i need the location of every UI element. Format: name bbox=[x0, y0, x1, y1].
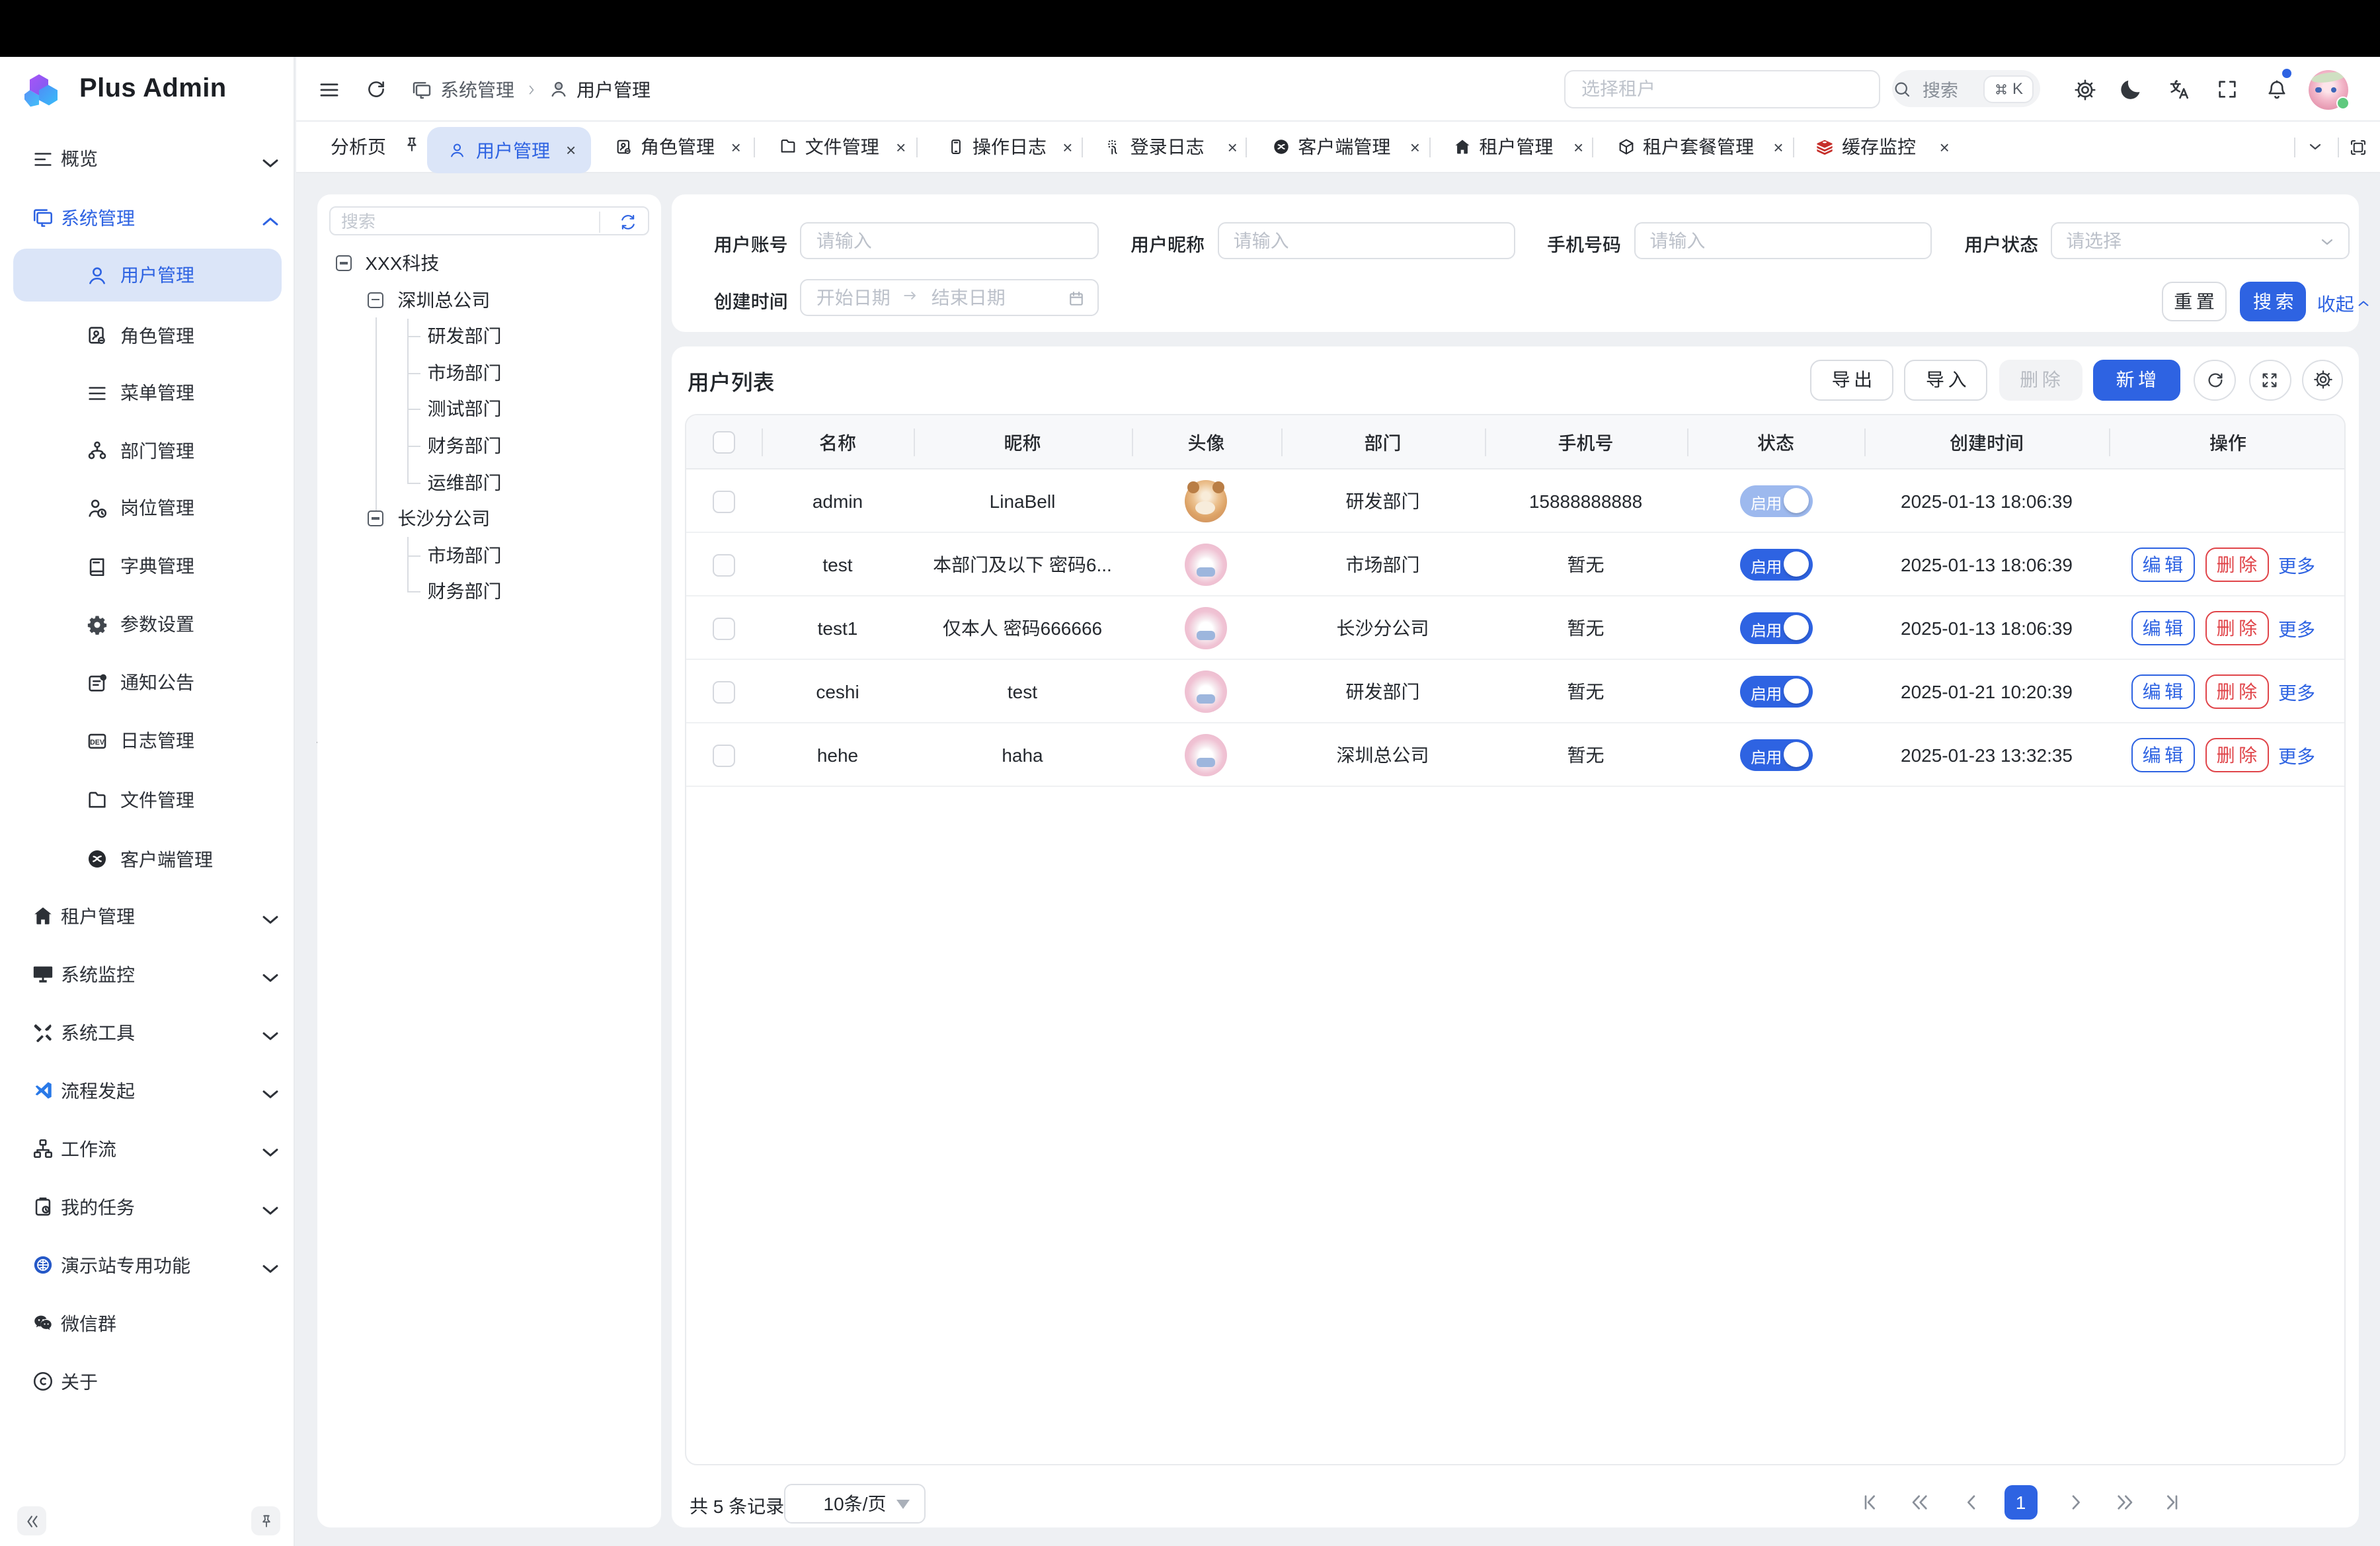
svg-text:DEV: DEV bbox=[90, 738, 104, 746]
